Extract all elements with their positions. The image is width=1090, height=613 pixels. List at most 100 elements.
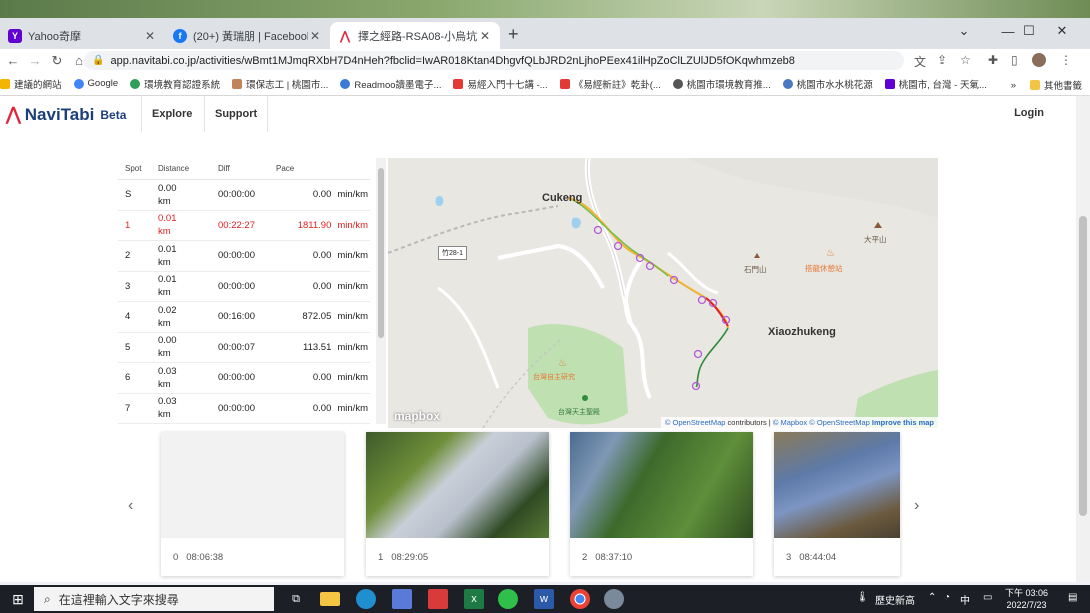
photo-thumbnail [366, 432, 549, 538]
spot-cell: 4 [125, 311, 131, 323]
forward-icon[interactable]: → [24, 53, 46, 68]
bookmark-item[interactable]: 桃園市, 台灣 - 天氣... [884, 77, 987, 91]
distance-cell: 0.02 km [158, 304, 177, 329]
table-row[interactable]: 2 0.01 km 00:00:00 0.00 min/km [118, 241, 370, 272]
bookmark-item[interactable]: 桃園市水水桃花源 [782, 77, 873, 91]
bookmarks-overflow-icon[interactable]: » [1011, 80, 1016, 91]
tab-yahoo[interactable]: Y Yahoo奇摩 ✕ [0, 22, 165, 49]
weather-icon: 🌡 [856, 592, 869, 603]
distance-cell: 0.01 km [158, 274, 177, 299]
tab-facebook[interactable]: f (20+) 黃瑞朋 | Facebook ✕ [165, 22, 330, 49]
excel-icon[interactable]: x [464, 589, 484, 609]
bookmark-item[interactable]: 環境教育認證系統 [130, 77, 220, 91]
nav-support[interactable]: Support [204, 96, 269, 132]
other-bookmarks[interactable]: 其他書籤 [1029, 78, 1082, 92]
task-view-icon[interactable]: ⧉ [286, 589, 306, 609]
translate-icon[interactable]: 文 [914, 53, 926, 70]
menu-icon[interactable]: ⋮ [1060, 53, 1072, 67]
bookmark-item[interactable]: Readmoo讀墨電子... [340, 77, 441, 91]
share-icon[interactable]: ⇪ [937, 53, 947, 67]
bookmark-item[interactable]: Google [73, 78, 118, 89]
url-field[interactable]: 🔒 app.navitabi.co.jp/activities/wBmt1MJm… [84, 51, 904, 70]
page-scrollbar[interactable] [1076, 96, 1090, 582]
notification-icon[interactable]: ▤ [1068, 592, 1077, 603]
tab-navitabi[interactable]: ⋀ 擇之經路-RSA08-小烏坑古道 by ✕ [330, 22, 500, 49]
chevron-up-icon[interactable]: ⌃ [928, 592, 936, 603]
bookmark-item[interactable]: 桃園市環境教育推... [672, 77, 771, 91]
battery-icon[interactable]: ▭ [983, 592, 992, 603]
bookmark-star-icon[interactable]: ☆ [960, 53, 971, 67]
spot-cell: 2 [125, 250, 131, 262]
bookmark-item[interactable]: 《易經新註》乾卦(... [559, 77, 661, 91]
ime-indicator[interactable]: 中 [960, 592, 970, 607]
mapbox-logo[interactable]: mapbox [394, 409, 440, 423]
table-row[interactable]: 4 0.02 km 00:16:00 872.05 min/km [118, 302, 370, 333]
pace-cell: 0.00 min/km [312, 189, 368, 201]
route-map[interactable]: ♨ ♨ Bu Cukeng Xiaozhukeng 竹28-1 石門山 大平山 … [388, 158, 938, 428]
login-button[interactable]: Login [1014, 107, 1044, 119]
carousel-prev-icon[interactable]: ‹ [128, 497, 133, 515]
table-row[interactable]: 3 0.01 km 00:00:00 0.00 min/km [118, 272, 370, 302]
improve-map-link[interactable]: Improve this map [872, 418, 934, 427]
photo-card[interactable]: 3 08:44:04 [774, 432, 900, 576]
bookmark-item[interactable]: 環保志工 | 桃園市... [232, 77, 328, 91]
network-icon[interactable]: ◔ [944, 592, 950, 603]
osm-link-2[interactable]: © OpenStreetMap [809, 418, 870, 427]
close-icon[interactable]: ✕ [308, 29, 322, 43]
close-icon[interactable]: ✕ [143, 29, 157, 43]
reload-icon[interactable]: ↻ [46, 53, 68, 69]
bookmarks-bar: 建議的網站 Google 環境教育認證系統 環保志工 | 桃園市... Read… [0, 72, 1090, 96]
weather-text[interactable]: 歷史新高 [875, 592, 915, 607]
new-tab-button[interactable]: + [508, 24, 519, 45]
photo-card[interactable]: 1 08:29:05 [366, 432, 549, 576]
windows-start-icon[interactable]: ⊞ [8, 589, 28, 609]
diff-cell: 00:00:00 [218, 402, 255, 414]
pace-cell: 0.00 min/km [312, 372, 368, 384]
spot-cell: 5 [125, 341, 131, 353]
extensions-icon[interactable]: ✚ [988, 53, 998, 67]
spot-cell: 3 [125, 280, 131, 292]
lock-icon: 🔒 [92, 55, 105, 66]
sidebar-icon[interactable]: ▯ [1011, 53, 1018, 67]
tab-search-icon[interactable]: ⌄ [944, 20, 984, 42]
gift-icon[interactable] [428, 589, 448, 609]
distance-cell: 0.03 km [158, 365, 177, 390]
edge-icon[interactable] [356, 589, 376, 609]
bookmark-item[interactable]: 建議的網站 [0, 77, 62, 91]
store-icon[interactable] [392, 589, 412, 609]
table-row[interactable]: 5 0.00 km 00:00:07 113.51 min/km [118, 333, 370, 363]
nav-explore[interactable]: Explore [141, 96, 202, 132]
table-scrollbar[interactable] [376, 158, 386, 424]
table-row[interactable]: 1 0.01 km 00:22:27 1811.90 min/km [118, 211, 370, 241]
map-road-shield: 竹28-1 [438, 246, 468, 260]
spot-cell: 7 [125, 402, 131, 414]
back-icon[interactable]: ← [2, 53, 24, 68]
spot-table: Spot Distance Diff Pace S 0.00 km 00:00:00 0… [118, 158, 370, 424]
distance-cell: 0.01 km [158, 243, 177, 268]
close-window-button[interactable]: ✕ [1042, 20, 1082, 42]
diff-cell: 00:00:07 [218, 341, 255, 353]
close-icon[interactable]: ✕ [478, 29, 492, 43]
table-row[interactable]: S 0.00 km 00:00:00 0.00 min/km [118, 180, 370, 211]
osm-link[interactable]: © OpenStreetMap [665, 418, 726, 427]
line-icon[interactable] [498, 589, 518, 609]
bookmark-item[interactable]: 易經入門十七講 -... [453, 77, 548, 91]
windows-taskbar: ⊞ ⌕ 在這裡輸入文字來搜尋 ⧉ x w 🌡 歷史新高 ⌃ ◔ 中 ▭ 下午 0… [0, 585, 1090, 613]
taskbar-search-input[interactable]: ⌕ 在這裡輸入文字來搜尋 [34, 587, 274, 611]
map-label-dapingshan: 大平山 [864, 235, 887, 244]
chrome-icon[interactable] [570, 589, 590, 609]
avatar[interactable] [1032, 53, 1046, 67]
taskbar-clock[interactable]: 下午 03:06 2022/7/23 [1005, 587, 1048, 611]
photo-card[interactable]: 2 08:37:10 [570, 432, 753, 576]
navitabi-logo[interactable]: ⋀ NaviTabi Beta [6, 104, 126, 125]
carousel-next-icon[interactable]: › [914, 497, 919, 515]
file-explorer-icon[interactable] [320, 592, 340, 606]
map-label-park: 台灣自主研究 [533, 374, 575, 381]
table-row[interactable]: 7 0.03 km 00:00:00 0.00 min/km [118, 394, 370, 424]
map-label-restarea: 搭龍休憩站 [805, 264, 843, 273]
table-row[interactable]: 6 0.03 km 00:00:00 0.00 min/km [118, 363, 370, 394]
mapbox-link[interactable]: © Mapbox [773, 418, 807, 427]
photo-card[interactable]: 0 08:06:38 [161, 432, 344, 576]
app-icon[interactable] [604, 589, 624, 609]
word-icon[interactable]: w [534, 589, 554, 609]
